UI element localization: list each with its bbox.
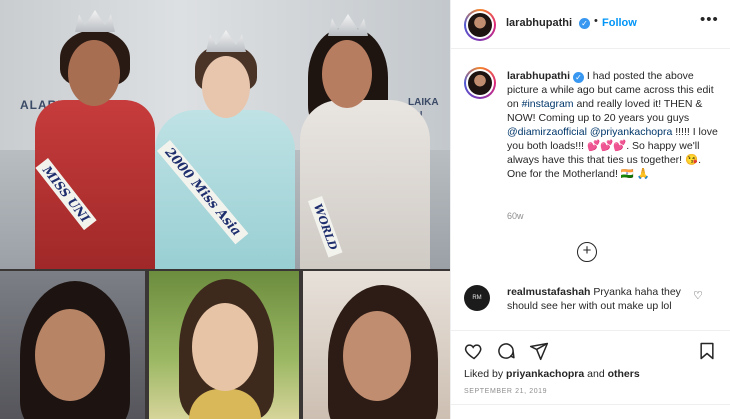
avatar[interactable] [464,9,496,41]
heart-icon[interactable] [464,341,484,366]
caption-avatar[interactable] [464,67,496,99]
plus-circle-icon[interactable]: + [577,242,597,262]
bookmark-icon[interactable] [697,341,717,366]
person-middle-dress [155,110,295,269]
post-side-panel: larabhupathi ✓ • Follow ••• larabhupathi… [450,0,730,419]
likes-others-link[interactable]: others [608,368,640,380]
photo-now-right [303,271,450,419]
caption-text: larabhupathi ✓ I had posted the above pic… [507,69,719,181]
commenter-avatar[interactable]: RM [464,285,490,311]
face [343,311,411,401]
likes-middle: and [584,368,608,380]
person-middle-face [202,56,250,118]
header-username[interactable]: larabhupathi [506,17,572,29]
likes-summary: Liked by priyankachopra and others [464,368,640,380]
face [192,303,258,391]
person-right-dress [300,100,430,269]
photo-then: ALARN LAIKA AN MISS UNI 2000 Miss Asia W… [0,0,450,269]
verified-badge-icon: ✓ [579,18,590,29]
person-left-face [68,40,120,106]
share-icon[interactable] [529,341,549,366]
post-header: larabhupathi ✓ • Follow ••• [451,0,730,49]
post-image[interactable]: ALARN LAIKA AN MISS UNI 2000 Miss Asia W… [0,0,450,419]
separator-dot: • [594,15,598,27]
person-right-face [322,40,372,108]
verified-badge-icon: ✓ [573,72,585,83]
comment-like-icon[interactable]: ♡ [693,289,703,302]
divider [451,404,730,405]
photo-now-left [0,271,145,419]
mention-link[interactable]: @diamirzaofficial [507,126,587,138]
follow-button[interactable]: Follow [602,17,637,29]
face [35,309,105,401]
caption-timestamp[interactable]: 60w [507,211,524,221]
mention-link[interactable]: @priyankachopra [590,126,672,138]
hashtag-link[interactable]: #instagram [522,98,574,110]
post-date[interactable]: SEPTEMBER 21, 2019 [464,388,547,395]
more-options-icon[interactable]: ••• [700,11,719,28]
comment-text: realmustafashah Pryanka haha they should… [507,285,687,313]
likes-user-link[interactable]: priyankachopra [506,368,584,380]
likes-prefix: Liked by [464,368,507,380]
comment-icon[interactable] [496,341,516,366]
comment-username[interactable]: realmustafashah [507,286,590,298]
caption-username[interactable]: larabhupathi [507,70,570,82]
photo-now-middle [149,271,299,419]
